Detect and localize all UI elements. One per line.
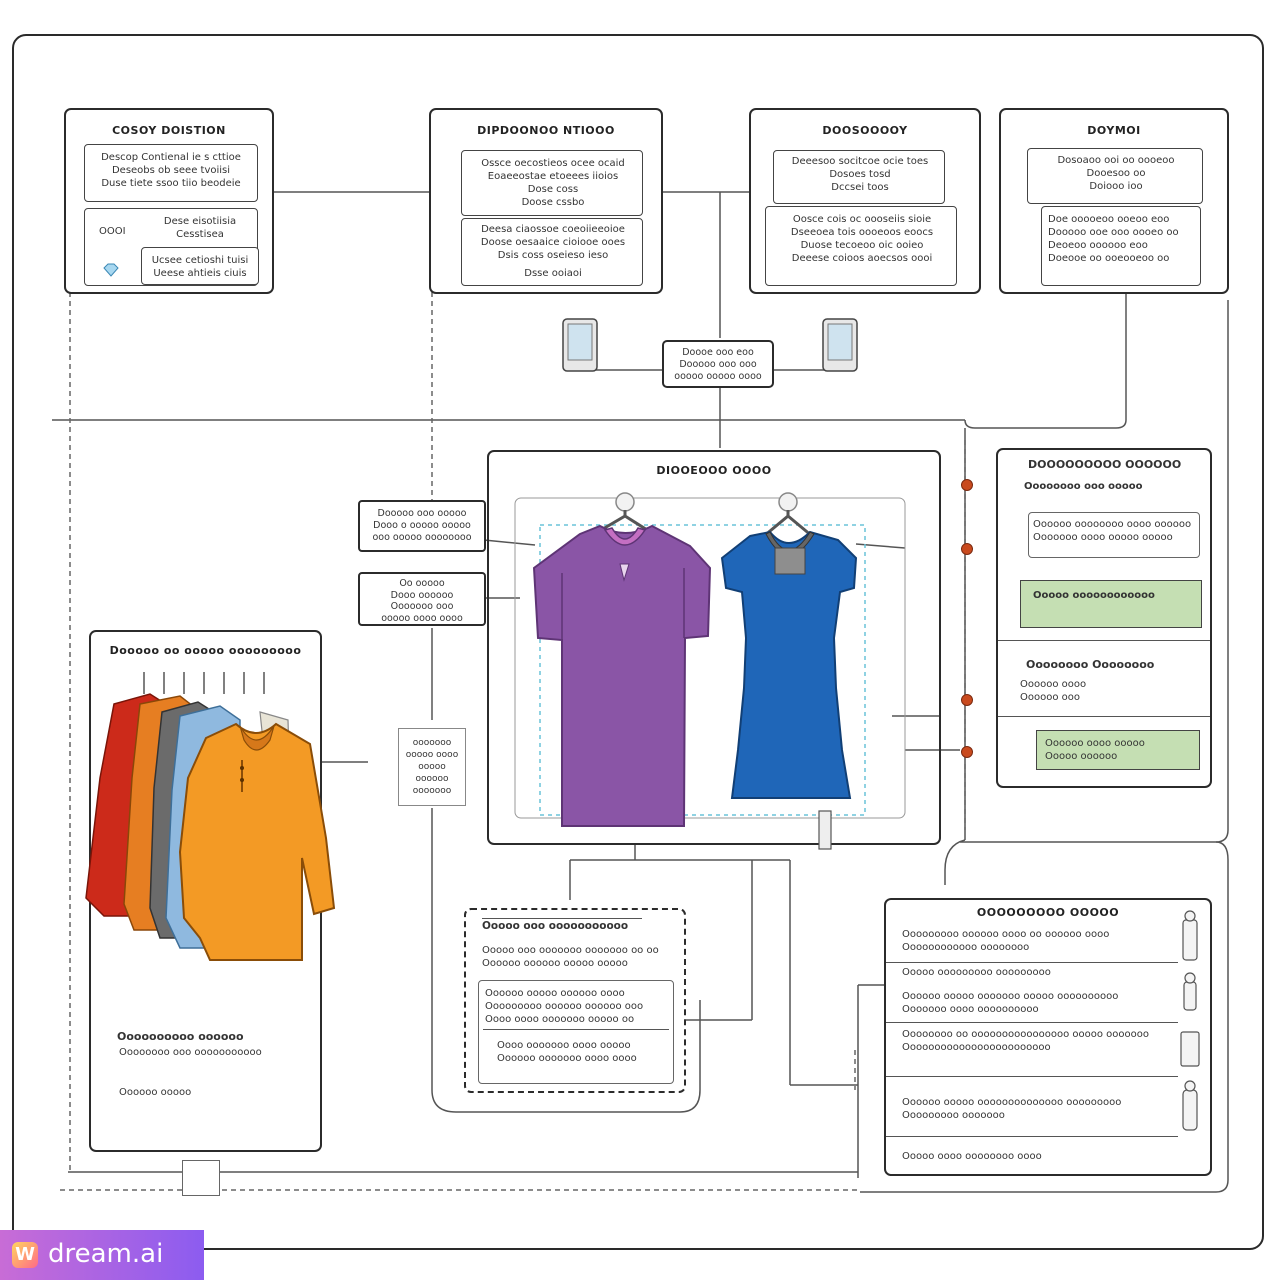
connector-dot-2	[961, 543, 973, 555]
tablet-icon-right	[822, 318, 858, 372]
bottom-right-divider-3	[886, 1076, 1178, 1077]
garment-display	[532, 492, 858, 827]
bottom-right-divider-2	[886, 1022, 1178, 1023]
top-box-2-section-2: Deesa ciaossoe coeoiieeoioe Doose oesaai…	[461, 218, 643, 286]
top-box-3-section-2-text: Oosce cois oc oooseiis sioie Dseeoea toi…	[790, 214, 934, 264]
left-note-2-text: Oo ooooo Dooo oooooo Ooooooo ooo ooooo o…	[381, 578, 463, 624]
clothing-rack-icon	[85, 672, 336, 961]
right-panel-sub-2: Oooooo oooo Oooooo ooo	[1020, 679, 1087, 703]
wardrobe-footer-text: Oooooooo ooo ooooooooooo	[119, 1047, 262, 1058]
top-box-1-title: COSOY DOISTION	[112, 124, 226, 137]
top-box-2-section-3-text: Dsse ooiaoi	[524, 268, 582, 279]
bottom-right-divider-4	[886, 1136, 1178, 1137]
right-panel-green-1: Ooooo oooooooooooo	[1020, 580, 1202, 628]
top-box-1-section-2-text: Dese eisotiisia Cesstisea	[163, 216, 237, 240]
top-box-4-section-1: Dosoaoo ooi oo oooeoo Dooesoo oo Doiooo …	[1027, 148, 1203, 204]
top-box-4-section-1-text: Dosoaoo ooi oo oooeoo Dooesoo oo Doiooo …	[1057, 155, 1175, 192]
bottom-right-title: OOOOOOOOO OOOOO	[976, 906, 1120, 919]
top-box-1-section-3-text: Ucsee cetioshi tuisi Ueese ahtieis ciuis	[151, 255, 249, 279]
bottom-right-row-2: Ooooo ooooooooo ooooooooo	[902, 967, 1051, 978]
top-box-3[interactable]: DOOSOOOOY Deeesoo socitcoe ocie toes Dos…	[749, 108, 981, 294]
bottom-middle-rule	[483, 1029, 669, 1030]
hub-node[interactable]: Doooe ooo eoo Dooooo ooo ooo ooooo ooooo…	[662, 340, 774, 388]
top-box-2-title: DIPDOONOO NTIOOO	[477, 124, 615, 137]
bottom-right-box[interactable]: OOOOOOOOO OOOOO Ooooooooo oooooo oooo oo…	[884, 898, 1212, 1176]
bottom-middle-text-2: Oooooo ooooo oooooo oooo Ooooooooo ooooo…	[485, 988, 644, 1025]
top-box-2-section-2-text: Deesa ciaossoe coeoiieeoioe Doose oesaai…	[480, 224, 626, 261]
top-box-3-title: DOOSOOOOY	[822, 124, 908, 137]
top-box-1-section-2-label: OOOI	[99, 226, 126, 237]
dream-ai-label: dream.ai	[48, 1239, 164, 1269]
top-box-3-section-2: Oosce cois oc oooseiis sioie Dseeoea toi…	[765, 206, 957, 286]
top-box-4-section-2: Doe ooooeoo ooeoo eoo Dooooo ooe ooo ooo…	[1041, 206, 1201, 286]
right-panel[interactable]: DOOOOOOOOO OOOOOO Oooooooo ooo ooooo Ooo…	[996, 448, 1212, 788]
bottom-right-divider-1	[886, 962, 1178, 963]
top-box-2-section-1: Ossce oecostieos ocee ocaid Eoaeeostae e…	[461, 150, 643, 216]
dream-ai-watermark: W dream.ai	[0, 1230, 204, 1280]
dream-ai-logo-icon: W	[12, 1242, 38, 1268]
top-box-4-section-2-text: Doe ooooeoo ooeoo eoo Dooooo ooe ooo ooo…	[1048, 214, 1179, 264]
bottom-middle-header: Ooooo ooo ooooooooooo	[482, 920, 629, 932]
bottom-connector-node	[182, 1160, 220, 1196]
bottom-right-row-6: Ooooo oooo oooooooo oooo	[902, 1151, 1042, 1162]
right-panel-sub-1: Oooooooo ooo ooooo	[1024, 481, 1143, 492]
bottom-middle-text-3: Oooo ooooooo oooo ooooo Oooooo ooooooo o…	[497, 1040, 637, 1064]
right-panel-divider	[998, 640, 1210, 641]
connector-dot-3	[961, 694, 973, 706]
tag-icon	[818, 810, 832, 850]
wardrobe-footer-title: Oooooooooo oooooo	[117, 1030, 244, 1043]
bottom-middle-inner: Oooooo ooooo oooooo oooo Ooooooooo ooooo…	[478, 980, 674, 1084]
bottle-icons	[1180, 910, 1200, 1131]
top-box-1-section-1: Descop Contienal ie s cttioe Deseobs ob …	[84, 144, 258, 202]
right-panel-item-1-text: Oooooo oooooooo oooo oooooo Ooooooo oooo…	[1033, 519, 1192, 543]
bottom-right-row-5: Oooooo ooooo oooooooooooooo ooooooooo Oo…	[902, 1097, 1122, 1121]
bottom-right-row-3: Oooooo ooooo ooooooo ooooo oooooooooo Oo…	[902, 991, 1119, 1015]
hub-node-text: Doooe ooo eoo Dooooo ooo ooo ooooo ooooo…	[674, 347, 762, 382]
top-box-1-section-2: OOOI Dese eisotiisia Cesstisea Ucsee cet…	[84, 208, 259, 286]
right-panel-green-2-text: Oooooo oooo ooooo Ooooo oooooo	[1045, 738, 1145, 762]
right-panel-title-1: DOOOOOOOOO OOOOOO	[1028, 458, 1182, 471]
bottom-right-row-4: Oooooooo oo oooooooooooooooo ooooo ooooo…	[902, 1029, 1149, 1053]
left-note-1-text: Dooooo ooo ooooo Dooo o ooooo ooooo ooo …	[372, 508, 472, 543]
top-box-4[interactable]: DOYMOI Dosoaoo ooi oo oooeoo Dooesoo oo …	[999, 108, 1229, 294]
tablet-icon-left	[562, 318, 598, 372]
wardrobe-footer-note: Oooooo ooooo	[119, 1087, 192, 1098]
connector-dot-4	[961, 746, 973, 758]
bottom-right-row-1: Ooooooooo oooooo oooo oo oooooo oooo Ooo…	[902, 929, 1110, 953]
top-box-1-section-3: Ucsee cetioshi tuisi Ueese ahtieis ciuis	[141, 247, 259, 285]
bottom-middle-box[interactable]: Ooooo ooo ooooooooooo Ooooo ooo ooooooo …	[464, 908, 686, 1093]
center-panel-title: DIOOEOOO OOOO	[656, 464, 772, 477]
left-note-1[interactable]: Dooooo ooo ooooo Dooo o ooooo ooooo ooo …	[358, 500, 486, 552]
connector-dot-1	[961, 479, 973, 491]
bottom-middle-text-1: Ooooo ooo ooooooo ooooooo oo oo Oooooo o…	[482, 945, 659, 969]
bottom-middle-header-rule	[482, 918, 642, 919]
top-box-4-title: DOYMOI	[1087, 124, 1141, 137]
small-note-text: ooooooo ooooo oooo ooooo oooooo ooooooo	[405, 738, 459, 796]
orange-shirt-icon	[178, 722, 336, 961]
right-panel-green-1-text: Ooooo oooooooooooo	[1033, 590, 1155, 601]
right-panel-item-1: Oooooo oooooooo oooo oooooo Ooooooo oooo…	[1028, 512, 1200, 558]
top-box-2[interactable]: DIPDOONOO NTIOOO Ossce oecostieos ocee o…	[429, 108, 663, 294]
top-box-3-section-1: Deeesoo socitcoe ocie toes Dosoes tosd D…	[773, 150, 945, 204]
right-panel-title-2: Oooooooo Oooooooo	[1026, 658, 1155, 671]
small-note[interactable]: ooooooo ooooo oooo ooooo oooooo ooooooo	[398, 728, 466, 806]
left-note-2[interactable]: Oo ooooo Dooo oooooo Ooooooo ooo ooooo o…	[358, 572, 486, 626]
top-box-1[interactable]: COSOY DOISTION Descop Contienal ie s ctt…	[64, 108, 274, 294]
top-box-2-section-1-text: Ossce oecostieos ocee ocaid Eoaeeostae e…	[481, 158, 625, 208]
right-panel-green-2: Oooooo oooo ooooo Ooooo oooooo	[1036, 730, 1200, 770]
top-box-1-section-1-text: Descop Contienal ie s cttioe Deseobs ob …	[101, 152, 241, 189]
wardrobe-panel-title: Dooooo oo ooooo ooooooooo	[109, 644, 302, 657]
gem-icon	[103, 263, 119, 277]
right-panel-divider-2	[998, 716, 1210, 717]
top-box-3-section-1-text: Deeesoo socitcoe ocie toes Dosoes tosd D…	[791, 156, 929, 193]
